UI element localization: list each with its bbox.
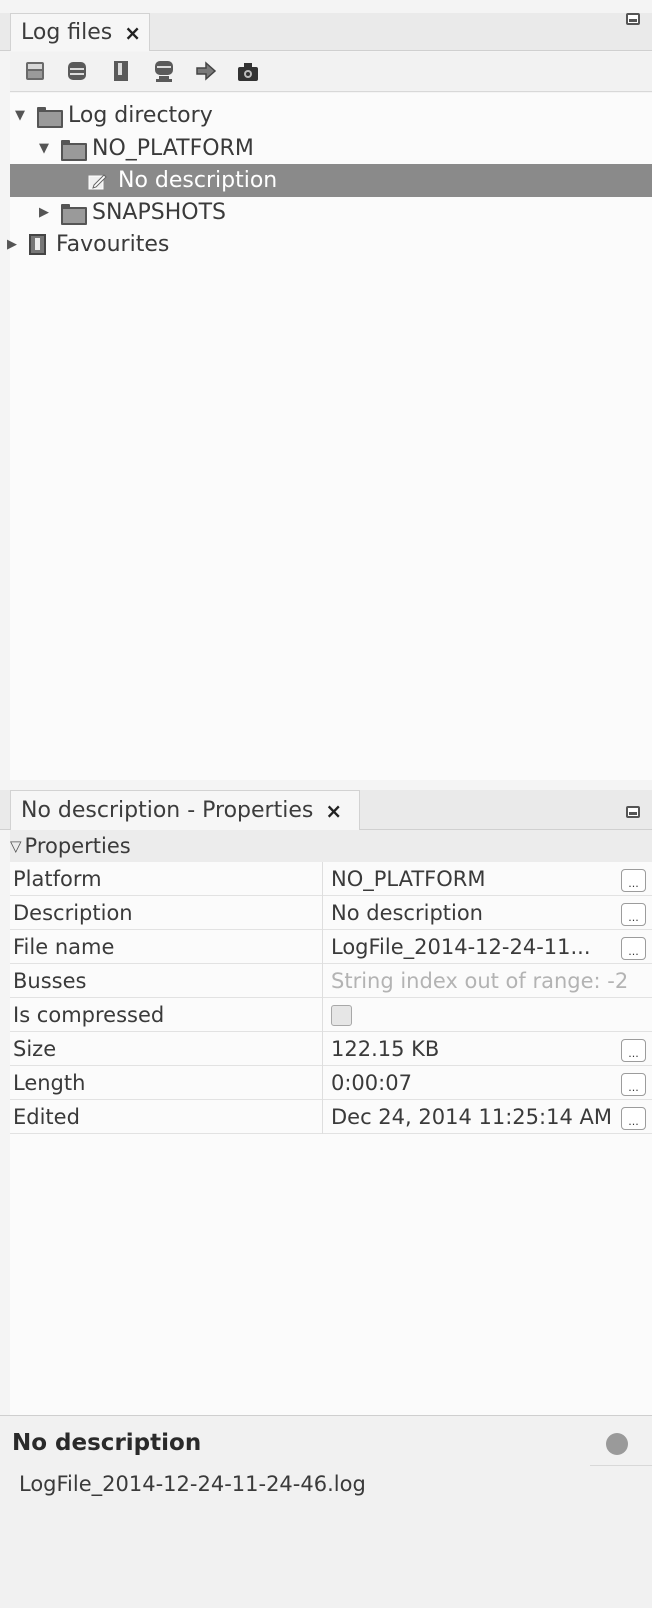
property-row-description[interactable]: Description No description ... [10, 896, 652, 930]
close-icon[interactable]: × [124, 23, 141, 43]
tree-item-label: Log directory [68, 103, 213, 128]
property-value[interactable]: No description [331, 896, 618, 930]
logfiles-toolbar [10, 52, 652, 92]
arrow-right-icon[interactable] [195, 59, 217, 83]
divider [590, 1465, 652, 1466]
property-value [331, 998, 618, 1032]
property-name: Busses [13, 964, 323, 998]
chevron-down-icon[interactable]: ▼ [37, 141, 51, 156]
tab-logfiles[interactable]: Log files × [10, 13, 150, 51]
tree-item-snapshots[interactable]: ▶ SNAPSHOTS [10, 196, 652, 229]
ellipsis-button[interactable]: ... [621, 937, 646, 960]
description-title: No description [12, 1430, 202, 1456]
property-name: Is compressed [13, 998, 323, 1032]
tree-item-favourites[interactable]: ▶ Favourites [7, 228, 652, 261]
property-row-edited[interactable]: Edited Dec 24, 2014 11:25:14 AM ... [10, 1100, 652, 1134]
property-name: Length [13, 1066, 323, 1100]
tree-item-label: NO_PLATFORM [92, 136, 254, 161]
tree-item-no-platform[interactable]: ▼ NO_PLATFORM [10, 132, 652, 165]
property-row-busses[interactable]: Busses String index out of range: -2 [10, 964, 652, 998]
folder-icon [37, 107, 63, 128]
property-value[interactable]: Dec 24, 2014 11:25:14 AM [331, 1100, 618, 1134]
description-text: LogFile_2014-12-24-11-24-46.log [19, 1472, 366, 1496]
close-icon[interactable]: × [325, 801, 342, 821]
properties-tabbar: No description - Properties × [0, 790, 652, 830]
property-name: Description [13, 896, 323, 930]
property-row-size[interactable]: Size 122.15 KB ... [10, 1032, 652, 1066]
ellipsis-button[interactable]: ... [621, 869, 646, 892]
chevron-right-icon[interactable]: ▶ [5, 237, 19, 252]
folder-icon [61, 140, 87, 161]
tree-item-label: SNAPSHOTS [92, 200, 226, 225]
minimize-icon[interactable] [626, 806, 640, 818]
property-value[interactable]: NO_PLATFORM [331, 862, 618, 896]
folder-icon [61, 204, 87, 225]
tab-logfiles-label: Log files [21, 20, 113, 45]
property-value[interactable]: 0:00:07 [331, 1066, 618, 1100]
log-tree: ▼ Log directory ▼ NO_PLATFORM No descrip… [7, 93, 652, 780]
ellipsis-button[interactable]: ... [621, 1039, 646, 1062]
tree-item-no-description[interactable]: No description [10, 164, 652, 197]
property-row-platform[interactable]: Platform NO_PLATFORM ... [10, 862, 652, 896]
property-row-is-compressed[interactable]: Is compressed [10, 998, 652, 1032]
folder-open-icon[interactable] [24, 59, 46, 83]
chevron-right-icon[interactable]: ▶ [37, 205, 51, 220]
bookmark-icon[interactable] [110, 59, 132, 83]
tree-item-label: Favourites [56, 232, 170, 257]
help-icon[interactable] [606, 1433, 628, 1455]
ellipsis-button[interactable]: ... [621, 903, 646, 926]
ellipsis-button[interactable]: ... [621, 1107, 646, 1130]
database-icon[interactable] [66, 59, 88, 83]
property-name: File name [13, 930, 323, 964]
tab-properties[interactable]: No description - Properties × [10, 790, 360, 830]
logfiles-tabbar: Log files × [0, 13, 652, 51]
property-row-file-name[interactable]: File name LogFile_2014-12-24-11... ... [10, 930, 652, 964]
tree-item-log-directory[interactable]: ▼ Log directory [10, 99, 652, 132]
property-value[interactable]: LogFile_2014-12-24-11... [331, 930, 618, 964]
property-name: Platform [13, 862, 323, 896]
collapse-triangle-icon[interactable]: ▽ [10, 837, 22, 855]
property-name: Edited [13, 1100, 323, 1134]
bookmark-icon [29, 234, 46, 255]
properties-section-label: Properties [24, 834, 131, 858]
tree-item-label: No description [118, 168, 278, 193]
is-compressed-checkbox[interactable] [331, 1004, 352, 1026]
property-name: Size [13, 1032, 323, 1066]
ellipsis-button[interactable]: ... [621, 1073, 646, 1096]
camera-icon[interactable] [237, 59, 259, 83]
properties-section-header[interactable]: ▽ Properties [10, 830, 652, 862]
tab-properties-label: No description - Properties [21, 798, 314, 823]
edit-icon [88, 173, 107, 189]
minimize-icon[interactable] [626, 13, 640, 25]
property-value[interactable]: 122.15 KB [331, 1032, 618, 1066]
database-export-icon[interactable] [153, 59, 175, 83]
property-value-error: String index out of range: -2 [331, 969, 629, 993]
chevron-down-icon[interactable]: ▼ [13, 108, 27, 123]
property-row-length[interactable]: Length 0:00:07 ... [10, 1066, 652, 1100]
